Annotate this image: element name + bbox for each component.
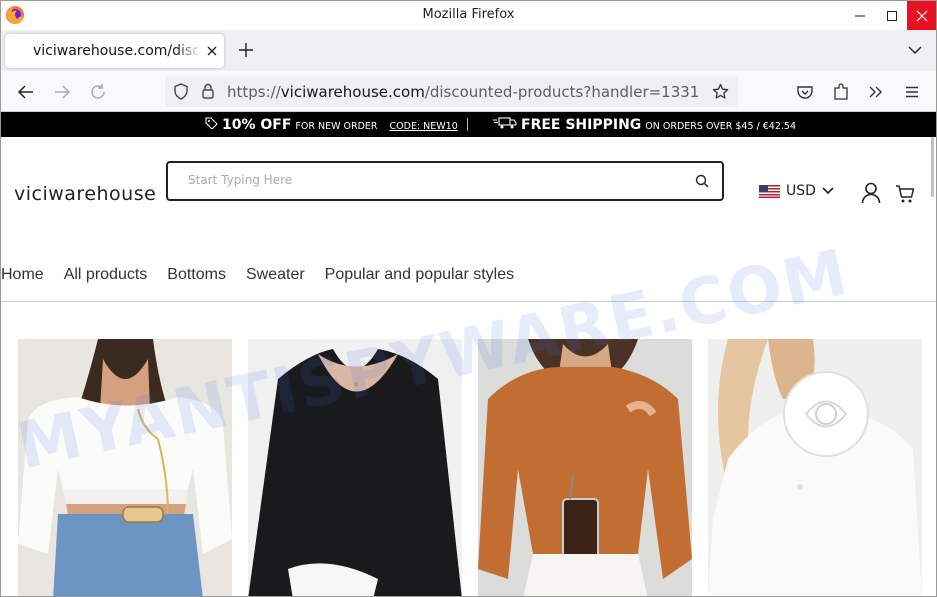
- shipping-headline: FREE SHIPPING: [521, 117, 642, 133]
- currency-selector[interactable]: USD: [759, 183, 834, 199]
- discount-headline: 10% OFF: [222, 117, 292, 133]
- tab-active[interactable]: viciwarehouse.com/discounted-products?ha…: [5, 34, 224, 68]
- url-scheme: https://: [227, 83, 281, 101]
- search-icon[interactable]: [695, 174, 709, 188]
- site-logo[interactable]: viciwarehouse: [14, 183, 156, 205]
- hamburger-menu-icon[interactable]: [903, 83, 921, 101]
- bookmark-star-icon[interactable]: [712, 83, 729, 100]
- main-menu: Home All products Bottoms Sweater Popula…: [1, 266, 514, 284]
- promo-divider: [467, 118, 468, 131]
- user-account-icon[interactable]: [861, 182, 881, 204]
- menu-item-home[interactable]: Home: [1, 266, 44, 284]
- product-grid: [18, 339, 923, 596]
- delivery-truck-icon: [493, 117, 517, 129]
- overflow-chevrons-icon[interactable]: [867, 83, 885, 101]
- discount-subtext: FOR NEW ORDER: [295, 121, 378, 132]
- shipping-subtext: ON ORDERS OVER $45 / €42.54: [645, 121, 796, 132]
- product-image-black-top: [248, 339, 462, 596]
- maximize-icon: [887, 10, 897, 21]
- scrollbar-thumb[interactable]: [931, 137, 934, 197]
- tab-label: viciwarehouse.com/discounted-products?ha…: [33, 43, 201, 59]
- shopping-cart-icon[interactable]: [895, 184, 915, 204]
- new-tab-plus-icon[interactable]: [237, 41, 255, 59]
- url-text: https://viciwarehouse.com/discounted-pro…: [227, 83, 699, 101]
- title-bar: Mozilla Firefox: [1, 1, 936, 30]
- back-arrow-icon[interactable]: [17, 83, 35, 101]
- url-path: /discounted-products?handler=1331: [424, 83, 700, 101]
- product-image-orange-turtleneck: [478, 339, 692, 596]
- url-bar[interactable]: https://viciwarehouse.com/discounted-pro…: [165, 76, 738, 107]
- lock-icon[interactable]: [201, 83, 215, 100]
- shipping-promo[interactable]: FREE SHIPPING ON ORDERS OVER $45 / €42.5…: [493, 117, 796, 133]
- tab-list-chevron-icon[interactable]: [907, 42, 923, 58]
- product-image-white-blouse: [18, 339, 232, 596]
- close-icon: [916, 10, 928, 21]
- menu-item-sweater[interactable]: Sweater: [246, 266, 305, 284]
- product-card-3[interactable]: [478, 339, 692, 596]
- tab-close-icon[interactable]: [204, 43, 220, 59]
- page-scrollbar[interactable]: [929, 112, 936, 596]
- close-window-button[interactable]: [907, 1, 936, 30]
- product-card-4[interactable]: [708, 339, 922, 596]
- us-flag-icon: [759, 184, 780, 198]
- product-card-2[interactable]: [248, 339, 462, 596]
- minimize-icon: [855, 15, 865, 16]
- forward-arrow-icon[interactable]: [53, 83, 71, 101]
- window-title: Mozilla Firefox: [422, 7, 515, 22]
- tag-icon: [205, 117, 218, 129]
- currency-code: USD: [786, 183, 816, 199]
- discount-promo[interactable]: 10% OFF FOR NEW ORDER CODE: NEW10: [205, 117, 458, 133]
- tab-strip: viciwarehouse.com/discounted-products?ha…: [1, 30, 936, 71]
- shield-icon[interactable]: [173, 83, 189, 100]
- product-card-1[interactable]: [18, 339, 232, 596]
- url-host: viciwarehouse.com: [280, 83, 425, 101]
- menu-item-all-products[interactable]: All products: [64, 266, 148, 284]
- promo-banner: 10% OFF FOR NEW ORDER CODE: NEW10 FREE S…: [1, 112, 936, 137]
- search-input[interactable]: [188, 173, 668, 187]
- menu-divider: [1, 301, 936, 302]
- reload-icon[interactable]: [89, 83, 107, 101]
- minimize-button[interactable]: [842, 1, 878, 30]
- web-page: 10% OFF FOR NEW ORDER CODE: NEW10 FREE S…: [1, 112, 936, 596]
- browser-window: Mozilla Firefox viciwarehouse.com/discou…: [0, 0, 937, 597]
- navigation-bar: https://viciwarehouse.com/discounted-pro…: [1, 71, 936, 112]
- search-box: [166, 161, 724, 201]
- maximize-button[interactable]: [874, 1, 910, 30]
- menu-item-bottoms[interactable]: Bottoms: [167, 266, 226, 284]
- product-image-white-rose-blouse: [708, 339, 922, 596]
- discount-code: CODE: NEW10: [389, 121, 458, 132]
- extensions-puzzle-icon[interactable]: [832, 83, 850, 101]
- chevron-down-icon: [822, 187, 834, 195]
- pocket-icon[interactable]: [796, 83, 814, 101]
- menu-item-popular-styles[interactable]: Popular and popular styles: [325, 266, 514, 284]
